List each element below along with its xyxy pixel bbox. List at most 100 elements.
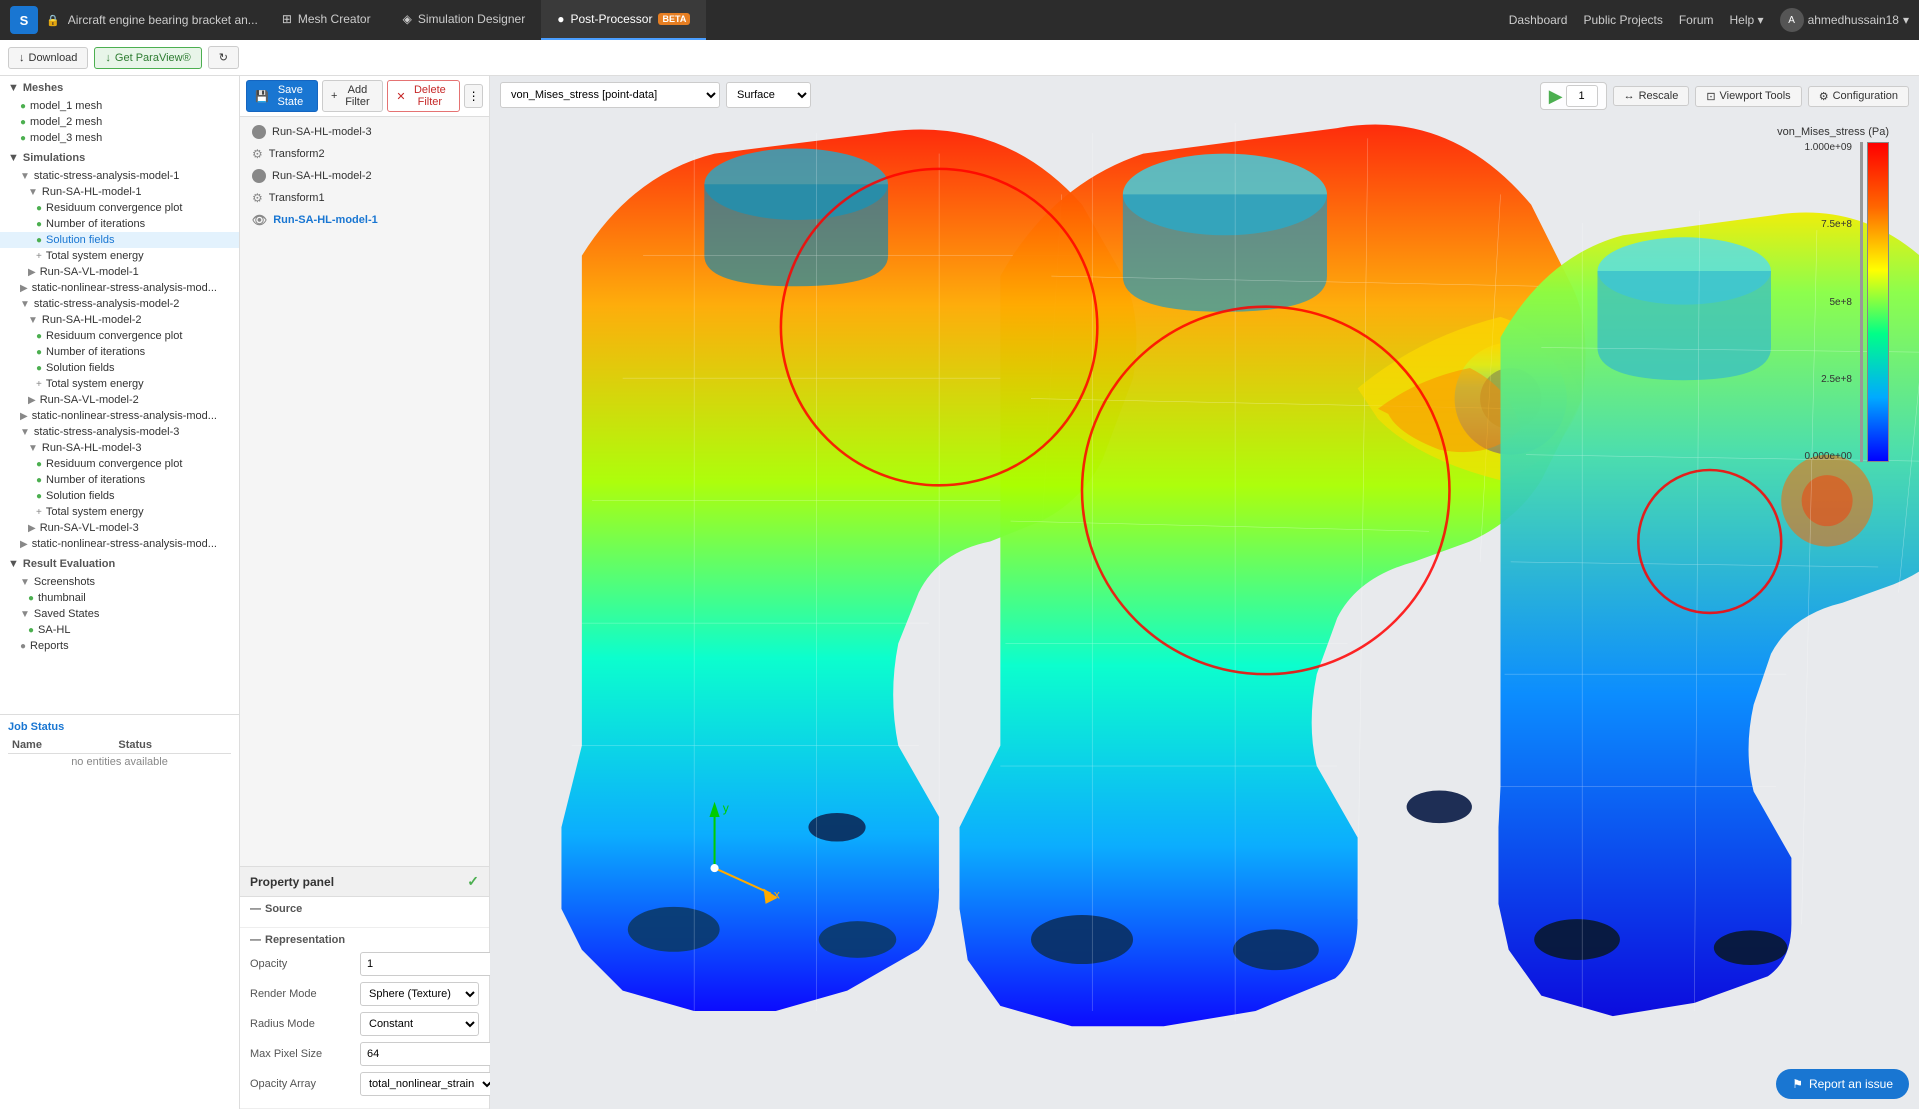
- pipeline-options-button[interactable]: ⋮: [464, 84, 483, 108]
- sidebar-item-model1-mesh[interactable]: ● model_1 mesh: [0, 98, 239, 114]
- sidebar-item-solution-fields-3[interactable]: ● Solution fields: [0, 488, 239, 504]
- play-button[interactable]: ▶: [1549, 86, 1563, 107]
- report-issue-button[interactable]: ⚑ Report an issue: [1776, 1069, 1909, 1099]
- opacity-array-select[interactable]: total_nonlinear_strain none: [360, 1072, 496, 1096]
- sidebar-item-saved-states[interactable]: ▼ Saved States: [0, 606, 239, 622]
- configuration-icon: ⚙: [1819, 90, 1829, 103]
- tab-simulation-designer[interactable]: ◈ Simulation Designer: [387, 0, 542, 40]
- sidebar-item-run-sa-hl-2[interactable]: ▼ Run-SA-HL-model-2: [0, 312, 239, 328]
- green-dot-icon: ●: [36, 331, 42, 342]
- collapse-icon: ▼: [20, 577, 30, 588]
- green-dot-icon: ●: [36, 203, 42, 214]
- collapse-icon: ▶: [28, 395, 36, 406]
- sidebar-item-model2-mesh[interactable]: ● model_2 mesh: [0, 114, 239, 130]
- colorbar-title: von_Mises_stress (Pa): [1777, 126, 1889, 138]
- sidebar-item-residuum-1[interactable]: ● Residuum convergence plot: [0, 200, 239, 216]
- sidebar-item-static-stress-1[interactable]: ▼ static-stress-analysis-model-1: [0, 168, 239, 184]
- eye-icon: 👁: [252, 213, 267, 227]
- nav-dashboard[interactable]: Dashboard: [1509, 13, 1568, 27]
- sidebar-item-static-stress-3[interactable]: ▼ static-stress-analysis-model-3: [0, 424, 239, 440]
- sidebar-item-run-sa-vl-3[interactable]: ▶ Run-SA-VL-model-3: [0, 520, 239, 536]
- sidebar-item-solution-fields-1[interactable]: ● Solution fields: [0, 232, 239, 248]
- collapse-icon: ▶: [20, 411, 28, 422]
- nav-tabs: ⊞ Mesh Creator ◈ Simulation Designer ● P…: [266, 0, 707, 40]
- sidebar-item-residuum-3[interactable]: ● Residuum convergence plot: [0, 456, 239, 472]
- add-filter-button[interactable]: + Add Filter: [322, 80, 383, 112]
- job-table-status-header: Status: [114, 737, 231, 754]
- viewport-tools-button[interactable]: ⊡ Viewport Tools: [1695, 86, 1801, 107]
- radius-mode-row: Radius Mode Constant Variable: [250, 1012, 479, 1036]
- nav-right: Dashboard Public Projects Forum Help ▾ A…: [1509, 8, 1909, 32]
- mesh-viewport-svg[interactable]: y x: [490, 76, 1919, 1109]
- green-dot-icon: ●: [36, 475, 42, 486]
- sidebar-section-simulations[interactable]: ▼ Simulations: [0, 146, 239, 168]
- sidebar-item-static-nonlinear-3[interactable]: ▶ static-nonlinear-stress-analysis-mod..…: [0, 536, 239, 552]
- pipeline-item-run-sa-hl-3[interactable]: Run-SA-HL-model-3: [240, 121, 489, 143]
- save-state-button[interactable]: 💾 Save State: [246, 80, 318, 112]
- sidebar-item-run-sa-hl-3[interactable]: ▼ Run-SA-HL-model-3: [0, 440, 239, 456]
- plus-icon: +: [36, 379, 42, 390]
- nav-forum[interactable]: Forum: [1679, 13, 1714, 27]
- frame-input[interactable]: [1566, 85, 1598, 107]
- sidebar-item-model3-mesh[interactable]: ● model_3 mesh: [0, 130, 239, 146]
- max-pixel-size-row: Max Pixel Size: [250, 1042, 479, 1066]
- user-menu[interactable]: A ahmedhussain18 ▾: [1780, 8, 1909, 32]
- sidebar-section-result-evaluation[interactable]: ▼ Result Evaluation: [0, 552, 239, 574]
- surface-selector[interactable]: Surface Wireframe: [726, 82, 811, 108]
- tab-mesh-creator[interactable]: ⊞ Mesh Creator: [266, 0, 387, 40]
- sidebar-item-run-sa-hl-1[interactable]: ▼ Run-SA-HL-model-1: [0, 184, 239, 200]
- sidebar-item-reports[interactable]: ● Reports: [0, 638, 239, 654]
- sidebar-item-iterations-3[interactable]: ● Number of iterations: [0, 472, 239, 488]
- pipeline-item-run-sa-hl-2[interactable]: Run-SA-HL-model-2: [240, 165, 489, 187]
- pipeline-item-run-sa-hl-1[interactable]: 👁 Run-SA-HL-model-1: [240, 209, 489, 231]
- lock-icon: 🔒: [46, 14, 60, 27]
- sidebar-section-meshes[interactable]: ▼ Meshes: [0, 76, 239, 98]
- tab-post-processor[interactable]: ● Post-Processor BETA: [541, 0, 706, 40]
- sidebar-item-iterations-2[interactable]: ● Number of iterations: [0, 344, 239, 360]
- delete-filter-icon: ✕: [396, 90, 405, 103]
- green-dot-icon: ●: [36, 363, 42, 374]
- sidebar-item-run-sa-vl-2[interactable]: ▶ Run-SA-VL-model-2: [0, 392, 239, 408]
- gear-icon: ⚙: [252, 191, 263, 205]
- sidebar-item-screenshots[interactable]: ▼ Screenshots: [0, 574, 239, 590]
- colorbar-ticks: [1860, 142, 1863, 462]
- nav-public-projects[interactable]: Public Projects: [1583, 13, 1662, 27]
- render-mode-select[interactable]: Sphere (Texture) Point: [360, 982, 479, 1006]
- source-section-title: — Source: [250, 903, 479, 915]
- sidebar-item-residuum-2[interactable]: ● Residuum convergence plot: [0, 328, 239, 344]
- sidebar-item-thumbnail[interactable]: ● thumbnail: [0, 590, 239, 606]
- sidebar-item-total-energy-3[interactable]: + Total system energy: [0, 504, 239, 520]
- download-button[interactable]: ↓ Download: [8, 47, 88, 69]
- sidebar-item-total-energy-2[interactable]: + Total system energy: [0, 376, 239, 392]
- refresh-icon: ↻: [219, 51, 228, 64]
- mesh-creator-icon: ⊞: [282, 12, 292, 26]
- solution-fields-link[interactable]: Solution fields: [46, 234, 115, 246]
- get-paraview-button[interactable]: ↓ Get ParaView®: [94, 47, 201, 69]
- collapse-icon: ▼: [20, 609, 30, 620]
- field-selector[interactable]: von_Mises_stress [point-data]: [500, 82, 720, 108]
- sidebar-item-run-sa-vl-1[interactable]: ▶ Run-SA-VL-model-1: [0, 264, 239, 280]
- green-dot-icon: ●: [28, 593, 34, 604]
- pipeline-item-transform1[interactable]: ⚙ Transform1: [240, 187, 489, 209]
- nav-help[interactable]: Help ▾: [1730, 13, 1764, 27]
- source-section: — Source: [240, 897, 489, 928]
- collapse-icon: ▶: [20, 283, 28, 294]
- viewport-top-left-controls: von_Mises_stress [point-data] Surface Wi…: [500, 82, 811, 108]
- beta-badge: BETA: [658, 13, 690, 25]
- pipeline-item-transform2[interactable]: ⚙ Transform2: [240, 143, 489, 165]
- post-processor-icon: ●: [557, 12, 564, 26]
- sidebar-item-total-energy-1[interactable]: + Total system energy: [0, 248, 239, 264]
- svg-text:y: y: [723, 801, 730, 815]
- configuration-button[interactable]: ⚙ Configuration: [1808, 86, 1909, 107]
- sidebar-item-iterations-1[interactable]: ● Number of iterations: [0, 216, 239, 232]
- sidebar-item-static-nonlinear-2[interactable]: ▶ static-nonlinear-stress-analysis-mod..…: [0, 408, 239, 424]
- refresh-button[interactable]: ↻: [208, 46, 239, 69]
- delete-filter-button[interactable]: ✕ Delete Filter: [387, 80, 460, 112]
- rescale-button[interactable]: ↔ Rescale: [1613, 86, 1690, 106]
- sidebar-item-static-nonlinear-1[interactable]: ▶ static-nonlinear-stress-analysis-mod..…: [0, 280, 239, 296]
- job-status-title: Job Status: [8, 721, 231, 733]
- sidebar-item-static-stress-2[interactable]: ▼ static-stress-analysis-model-2: [0, 296, 239, 312]
- sidebar-item-solution-fields-2[interactable]: ● Solution fields: [0, 360, 239, 376]
- sidebar-item-sa-hl[interactable]: ● SA-HL: [0, 622, 239, 638]
- radius-mode-select[interactable]: Constant Variable: [360, 1012, 479, 1036]
